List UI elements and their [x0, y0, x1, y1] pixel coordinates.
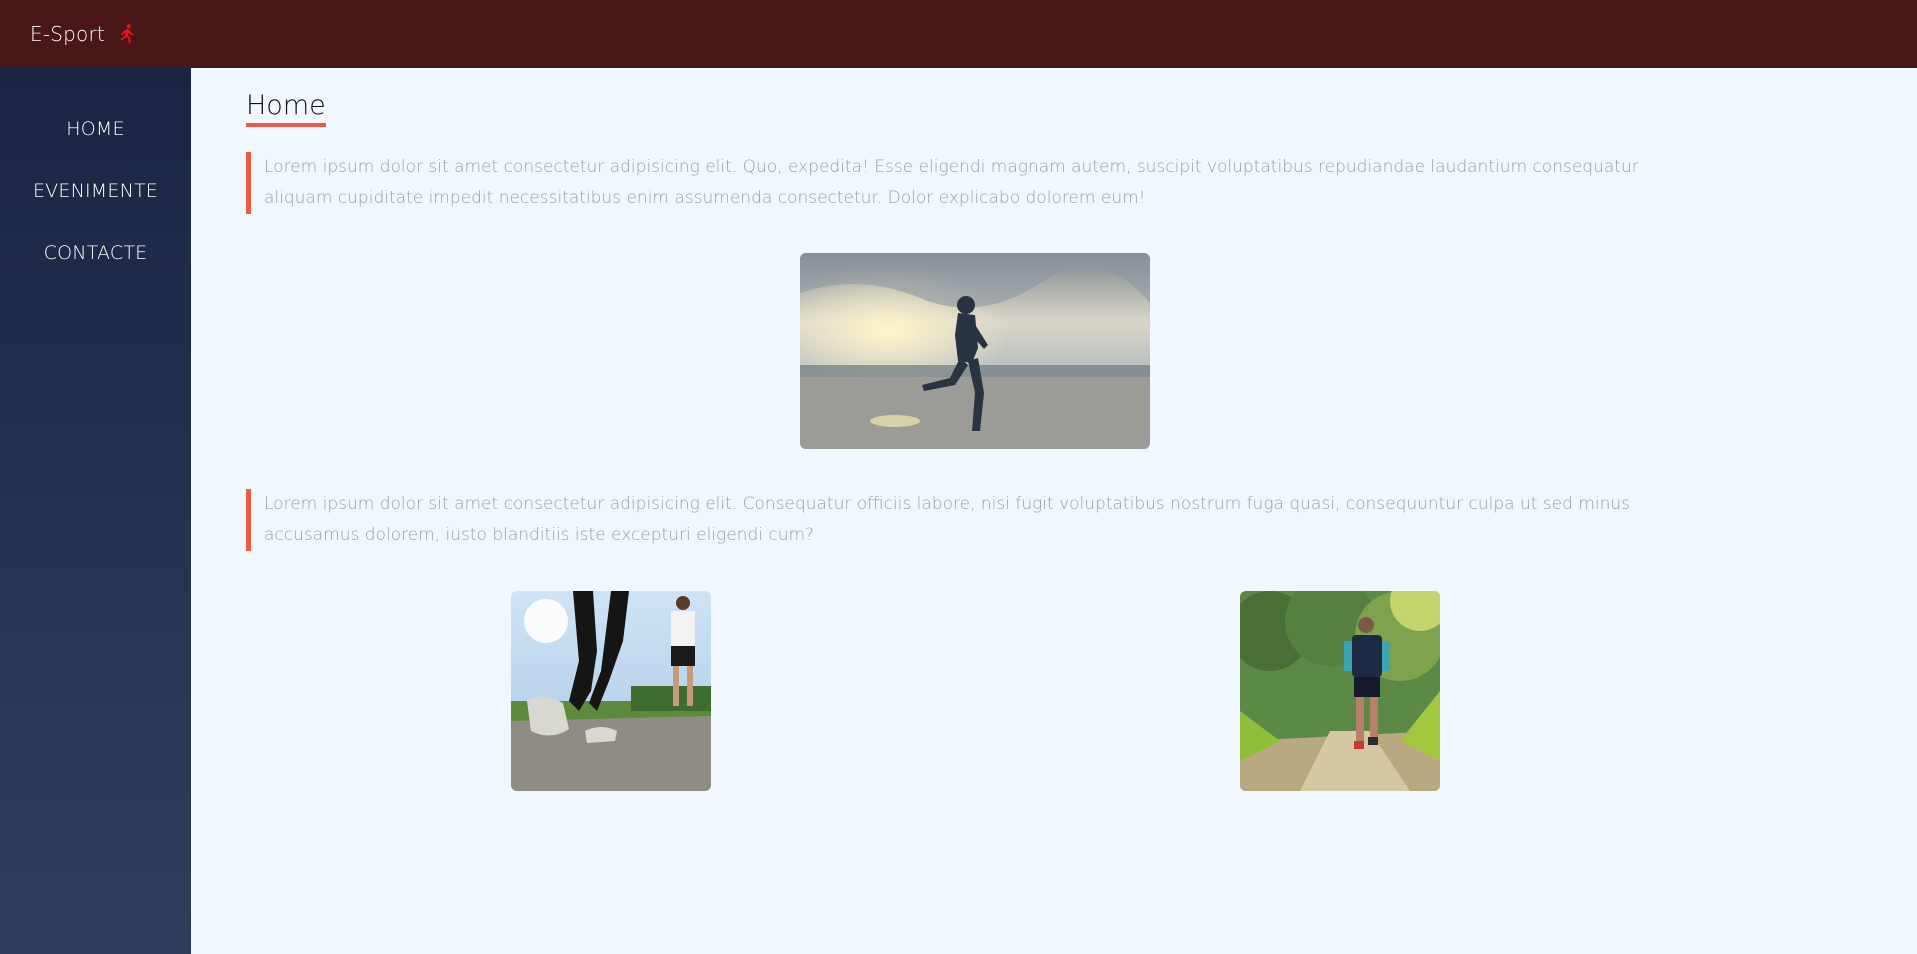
page-title: Home — [246, 90, 326, 127]
sidebar: HOME EVENIMENTE CONTACTE — [0, 68, 191, 954]
brand-logo[interactable]: E-Sport — [30, 22, 137, 46]
main-content: Home Lorem ipsum dolor sit amet consecte… — [191, 68, 1917, 954]
secondary-paragraph: Lorem ipsum dolor sit amet consectetur a… — [246, 489, 1686, 551]
brand-name: E-Sport — [30, 22, 105, 46]
beach-runner-photo — [800, 253, 1150, 449]
intro-paragraph: Lorem ipsum dolor sit amet consectetur a… — [246, 152, 1686, 214]
trail-runner-photo — [1240, 591, 1440, 791]
road-runners-photo — [511, 591, 711, 791]
sidebar-item-evenimente[interactable]: EVENIMENTE — [0, 176, 191, 238]
sidebar-item-home[interactable]: HOME — [0, 114, 191, 176]
sidebar-item-contacte[interactable]: CONTACTE — [0, 238, 191, 300]
top-navbar: E-Sport — [0, 0, 1917, 68]
running-person-icon — [115, 23, 137, 45]
